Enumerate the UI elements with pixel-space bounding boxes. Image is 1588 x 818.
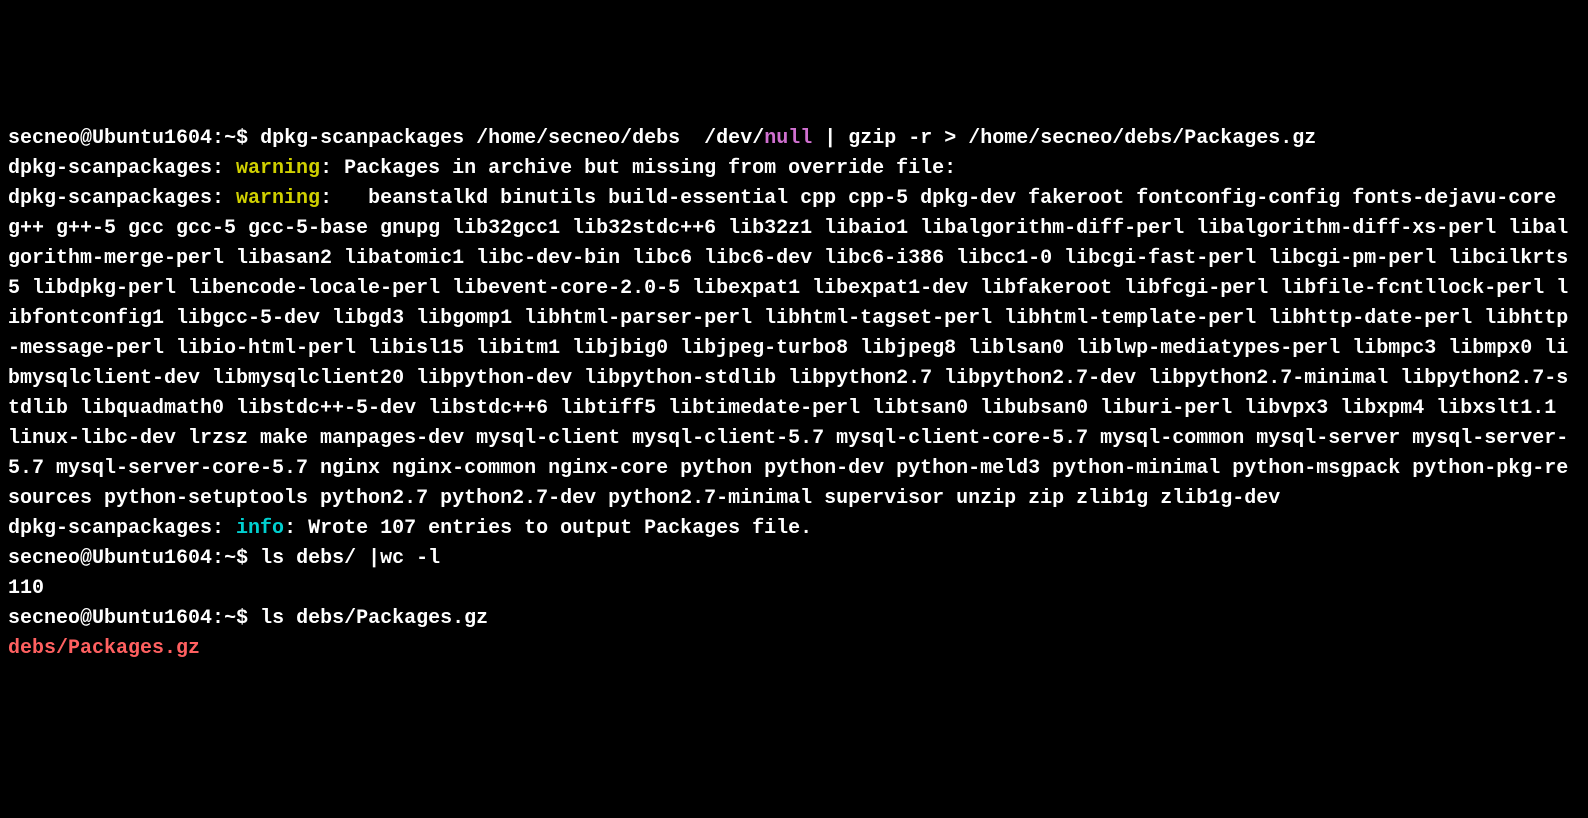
prompt-path: ~ [224, 127, 236, 150]
warning-packages-list: : beanstalkd binutils build-essential cp… [8, 187, 1568, 510]
output-line-warning-2: dpkg-scanpackages: warning: beanstalkd b… [8, 187, 1568, 510]
prompt-line-1: secneo@Ubuntu1604:~$ dpkg-scanpackages /… [8, 127, 1316, 150]
output-line-info: dpkg-scanpackages: info: Wrote 107 entri… [8, 517, 812, 540]
prompt-path: ~ [224, 607, 236, 630]
warning-label: warning [236, 187, 320, 210]
info-label: info [236, 517, 284, 540]
output-line-warning-1: dpkg-scanpackages: warning: Packages in … [8, 157, 956, 180]
warning-prefix: dpkg-scanpackages: [8, 187, 236, 210]
prompt-line-3: secneo@Ubuntu1604:~$ ls debs/Packages.gz [8, 607, 488, 630]
prompt-line-2: secneo@Ubuntu1604:~$ ls debs/ |wc -l [8, 547, 440, 570]
prompt-colon: : [212, 127, 224, 150]
command-part1: dpkg-scanpackages /home/secneo/debs /dev… [260, 127, 764, 150]
prompt-symbol: $ [236, 607, 248, 630]
info-text: : Wrote 107 entries to output Packages f… [284, 517, 812, 540]
info-prefix: dpkg-scanpackages: [8, 517, 236, 540]
prompt-colon: : [212, 607, 224, 630]
command-ls-wc: ls debs/ |wc -l [260, 547, 440, 570]
prompt-space [248, 607, 260, 630]
prompt-symbol: $ [236, 547, 248, 570]
warning-text: : Packages in archive but missing from o… [320, 157, 956, 180]
prompt-path: ~ [224, 547, 236, 570]
terminal-window[interactable]: secneo@Ubuntu1604:~$ dpkg-scanpackages /… [8, 124, 1580, 664]
null-keyword: null [764, 127, 812, 150]
command-part2: | gzip -r > /home/secneo/debs/Packages.g… [812, 127, 1316, 150]
prompt-space [248, 127, 260, 150]
prompt-colon: : [212, 547, 224, 570]
warning-prefix: dpkg-scanpackages: [8, 157, 236, 180]
prompt-symbol: $ [236, 127, 248, 150]
output-count: 110 [8, 577, 44, 600]
prompt-space [248, 547, 260, 570]
prompt-user-host: secneo@Ubuntu1604 [8, 547, 212, 570]
command-ls-packages: ls debs/Packages.gz [260, 607, 488, 630]
output-file-path: debs/Packages.gz [8, 637, 200, 660]
prompt-user-host: secneo@Ubuntu1604 [8, 127, 212, 150]
warning-label: warning [236, 157, 320, 180]
prompt-user-host: secneo@Ubuntu1604 [8, 607, 212, 630]
